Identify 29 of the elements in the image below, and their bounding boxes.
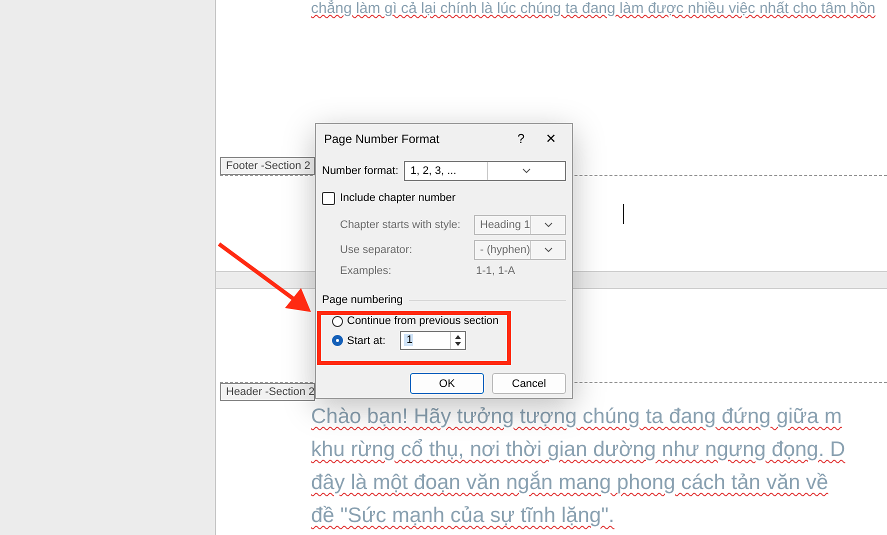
body-text: đây là một đoạn văn ngắn mang phong cách tản văn về (311, 470, 830, 496)
body-text: Chào bạn! Hãy tưởng tượng chúng ta đang đứng giữa m (311, 404, 843, 430)
header-tag: Header -Section 2 (220, 383, 315, 401)
field-label: Use separator: (340, 244, 414, 256)
group-label: Page numbering (322, 294, 403, 306)
body-text: khu rừng cổ thụ, nơi thời gian dường như ngưng đọng. D (311, 437, 846, 463)
text-cursor (623, 204, 624, 224)
radio-label: Start at: (347, 334, 386, 346)
number-format-dropdown[interactable]: 1, 2, 3, ... (404, 161, 566, 181)
dialog-button[interactable]: Cancel (492, 373, 566, 394)
dialog-button[interactable]: OK (410, 373, 484, 394)
dialog-title: Page Number Format (323, 132, 440, 146)
radio-button[interactable] (332, 316, 343, 326)
field-label: Number format: (322, 165, 398, 177)
close-button[interactable]: ✕ (536, 124, 566, 153)
field-label: Examples: (340, 265, 392, 277)
body-text: đề "Sức mạnh của sự tĩnh lặng". (311, 503, 616, 529)
footer-tag: Footer -Section 2 (220, 157, 315, 175)
start-at-spinner[interactable]: 1 (400, 331, 466, 350)
checkbox-label: Include chapter number (340, 192, 456, 204)
caret-icon (522, 168, 532, 174)
caret-icon (544, 247, 553, 253)
field-label: Chapter starts with style: (340, 219, 462, 231)
radio-label: Continue from previous section (347, 315, 499, 327)
help-button[interactable]: ? (506, 124, 536, 153)
examples-value: 1-1, 1-A (476, 265, 516, 277)
caret-icon (544, 222, 553, 228)
radio-button[interactable] (332, 335, 343, 346)
checkbox[interactable] (322, 192, 335, 204)
